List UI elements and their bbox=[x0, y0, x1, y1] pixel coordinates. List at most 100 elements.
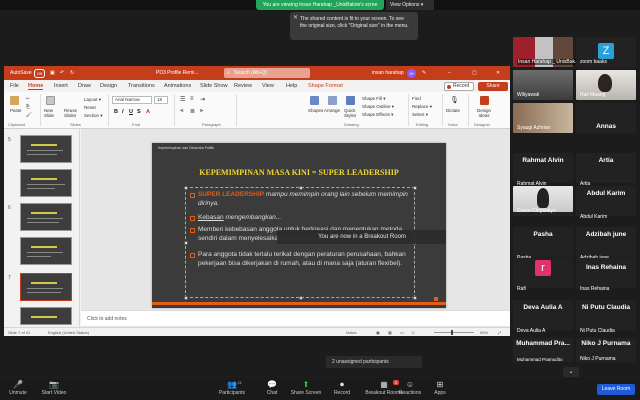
tab-draw[interactable]: Draw bbox=[78, 83, 91, 89]
participant-tile[interactable]: Z zoom baaks bbox=[576, 37, 636, 67]
autosave-toggle[interactable]: Off bbox=[34, 69, 46, 78]
undo-icon[interactable]: ↶ bbox=[60, 70, 64, 76]
participant-tile[interactable]: r Rafi bbox=[513, 258, 573, 292]
align-left-icon[interactable]: ⫷ bbox=[180, 108, 183, 115]
reading-view-icon[interactable]: ▭ bbox=[400, 330, 404, 335]
slide-sorter-icon[interactable]: ▦ bbox=[388, 330, 392, 335]
zoom-level[interactable]: 55% bbox=[480, 330, 488, 335]
tab-shape-format[interactable]: Shape Format bbox=[308, 83, 343, 89]
notes-pane[interactable]: Click to add notes bbox=[81, 310, 510, 326]
design-ideas-icon[interactable] bbox=[480, 96, 489, 105]
indent-icon[interactable]: ⇥ bbox=[200, 96, 205, 103]
underline-icon[interactable]: U bbox=[129, 109, 133, 115]
participant-tile[interactable]: Abdul Karim Abdul Karim bbox=[576, 186, 636, 220]
paste-button[interactable]: Paste bbox=[10, 108, 22, 113]
replace-button[interactable]: Replace ▾ bbox=[412, 104, 432, 110]
reuse-slides-button[interactable]: Reuse Slides bbox=[64, 108, 80, 118]
slide-thumbnail[interactable] bbox=[20, 203, 72, 231]
arrange-button[interactable]: Arrange bbox=[324, 108, 340, 113]
record-meeting-button[interactable]: ⏺ Record bbox=[324, 380, 360, 396]
resize-handle[interactable] bbox=[184, 186, 188, 190]
participant-tile[interactable]: Grace Chrystalyn bbox=[513, 186, 573, 216]
participant-tile[interactable]: Adzibah june Adzibah june bbox=[576, 227, 636, 261]
chat-button[interactable]: 💬 Chat bbox=[254, 380, 290, 396]
participant-tile[interactable]: Insan Harahap _ UnisBak... bbox=[513, 37, 581, 67]
tab-animations[interactable]: Animations bbox=[164, 83, 191, 89]
avatar[interactable]: IH bbox=[407, 69, 416, 78]
redo-icon[interactable]: ↻ bbox=[70, 70, 74, 76]
tab-file[interactable]: File bbox=[10, 83, 19, 89]
quick-styles-icon[interactable] bbox=[346, 96, 355, 105]
minimize-icon[interactable]: – bbox=[448, 70, 451, 76]
share-screen-button[interactable]: ⬆ Share Screen bbox=[288, 380, 324, 396]
paste-icon[interactable] bbox=[10, 96, 19, 105]
slide-thumbnail[interactable] bbox=[20, 237, 72, 265]
bullet-item[interactable]: Para anggota tidak terlalu terikat denga… bbox=[190, 251, 410, 268]
unassigned-participants-notice[interactable]: 2 unassigned participants bbox=[326, 356, 422, 368]
fit-slide-icon[interactable]: ⤢ bbox=[498, 330, 501, 335]
resize-handle[interactable] bbox=[299, 186, 303, 190]
font-name-select[interactable]: Arial Narrow bbox=[112, 96, 152, 104]
find-button[interactable]: Find bbox=[412, 96, 421, 101]
section-button[interactable]: Section ▾ bbox=[84, 113, 103, 119]
tab-slide-show[interactable]: Slide Show bbox=[200, 83, 228, 89]
shape-effects-button[interactable]: Shape Effects ▾ bbox=[362, 112, 393, 118]
tab-help[interactable]: Help bbox=[286, 83, 297, 89]
font-size-select[interactable]: 18 bbox=[154, 96, 168, 104]
new-slide-icon[interactable] bbox=[46, 96, 55, 105]
unmute-button[interactable]: 🎤 Unmute bbox=[0, 380, 36, 396]
tab-view[interactable]: View bbox=[262, 83, 274, 89]
resize-handle[interactable] bbox=[299, 296, 303, 300]
participant-tile[interactable]: Annas bbox=[576, 103, 636, 133]
participant-tile[interactable]: Wiliyawati bbox=[513, 70, 573, 100]
microphone-icon[interactable]: 🎙 bbox=[450, 96, 459, 104]
maximize-icon[interactable]: ▢ bbox=[472, 70, 477, 76]
slide-thumbnail-selected[interactable] bbox=[20, 273, 72, 301]
participant-tile[interactable]: Deva Aulia A Deva Aulia A bbox=[513, 300, 573, 334]
save-icon[interactable]: ▣ bbox=[50, 70, 55, 76]
start-video-button[interactable]: 📷 Start Video bbox=[36, 380, 72, 396]
participant-tile[interactable]: Rahmat Alvin Rahmat Alvin bbox=[513, 153, 573, 187]
select-button[interactable]: Select ▾ bbox=[412, 112, 428, 118]
align-right-icon[interactable]: ⫸ bbox=[200, 108, 203, 115]
participants-button[interactable]: 👥 21 Participants bbox=[214, 380, 250, 396]
zoom-slider-thumb[interactable] bbox=[451, 330, 453, 335]
participant-tile[interactable]: Syaugi Azhrian bbox=[513, 103, 573, 133]
shadow-icon[interactable]: S bbox=[137, 109, 141, 115]
tab-transitions[interactable]: Transitions bbox=[128, 83, 155, 89]
shape-fill-button[interactable]: Shape Fill ▾ bbox=[362, 96, 386, 102]
resize-handle[interactable] bbox=[413, 186, 417, 190]
format-painter-icon[interactable]: 🖌 bbox=[26, 112, 32, 118]
tab-home[interactable]: Home bbox=[28, 83, 44, 90]
leave-room-button[interactable]: Leave Room bbox=[597, 384, 635, 395]
search-input[interactable]: ⌕ Search (Alt+Q) bbox=[224, 68, 310, 78]
pen-icon[interactable]: ✎ bbox=[422, 70, 426, 76]
slideshow-icon[interactable]: ▷ bbox=[412, 330, 415, 335]
design-ideas-button[interactable]: Design Ideas bbox=[474, 108, 494, 118]
notes-toggle[interactable]: Notes bbox=[346, 330, 356, 335]
normal-view-icon[interactable]: ▣ bbox=[376, 330, 380, 335]
language-status[interactable]: English (United States) bbox=[48, 330, 89, 335]
align-center-icon[interactable]: ≣ bbox=[190, 108, 195, 115]
layout-button[interactable]: Layout ▾ bbox=[84, 97, 101, 103]
arrange-icon[interactable] bbox=[328, 96, 337, 105]
tab-design[interactable]: Design bbox=[100, 83, 117, 89]
numbering-icon[interactable]: ≡ bbox=[190, 96, 194, 102]
participant-tile[interactable]: Pasha Pasha bbox=[513, 227, 573, 261]
resize-handle[interactable] bbox=[413, 296, 417, 300]
close-icon[interactable]: ✕ bbox=[293, 15, 298, 22]
bold-icon[interactable]: B bbox=[114, 109, 118, 115]
shapes-button[interactable]: Shapes bbox=[308, 108, 323, 113]
slide-thumbnail-panel[interactable]: 5 6 7 bbox=[4, 129, 80, 327]
bullet-item[interactable]: Kebasan mengembangkan... bbox=[190, 214, 410, 223]
share-button[interactable]: Share bbox=[478, 82, 508, 91]
tab-insert[interactable]: Insert bbox=[54, 83, 68, 89]
quick-styles-button[interactable]: Quick Styles bbox=[344, 108, 360, 118]
bullet-item[interactable]: SUPER LEADERSHIP mampu memimpin orang la… bbox=[190, 191, 410, 208]
participant-tile[interactable]: Muhammad Pra... Muhammad Pramudito bbox=[513, 338, 573, 362]
slide-thumbnail[interactable] bbox=[20, 135, 72, 163]
record-button[interactable]: Record bbox=[444, 82, 474, 91]
participant-tile[interactable]: Niko J Purnama Niko J Purnama bbox=[576, 338, 636, 362]
cut-icon[interactable]: ✂ bbox=[26, 96, 30, 102]
tab-review[interactable]: Review bbox=[234, 83, 252, 89]
